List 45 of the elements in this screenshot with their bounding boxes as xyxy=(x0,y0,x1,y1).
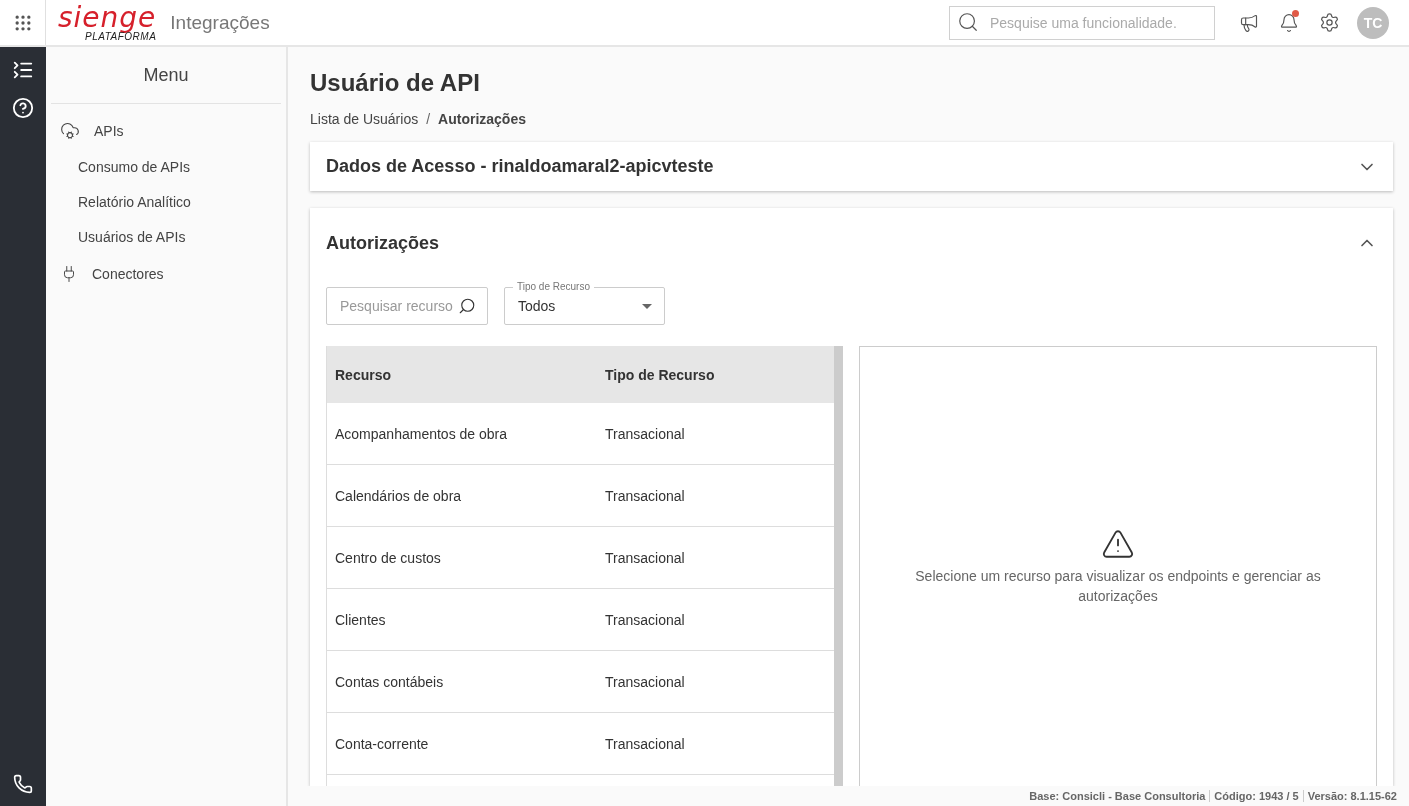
sidebar-subitem[interactable]: Relatório Analítico xyxy=(51,185,281,220)
logo: sienge PLATAFORMA xyxy=(58,3,157,42)
search-field[interactable]: Pesquise uma funcionalidade. xyxy=(949,5,1215,40)
app-title: Integrações xyxy=(170,11,270,34)
access-panel-header[interactable]: Dados de Acesso - rinaldoamaral2-apicvteste xyxy=(310,142,1393,191)
table-cell-text: Centro de custos xyxy=(334,549,442,566)
table-cell-text: Transacional xyxy=(604,735,686,752)
sidebar-subitem[interactable]: Consumo de APIs xyxy=(51,150,281,185)
breadcrumb-separator: / xyxy=(426,111,431,127)
search-icon xyxy=(957,10,979,33)
table-cell-text: Transacional xyxy=(604,425,686,442)
breadcrumb-current[interactable]: Autorizações xyxy=(438,111,526,127)
search-icon xyxy=(458,297,476,315)
empty-message: Selecione um recurso para visualizar os endpoints e gerenciar as autorizações xyxy=(914,566,1322,606)
table-cell-text: Contas contábeis xyxy=(334,673,445,690)
sidebar-title: Menu xyxy=(51,47,281,104)
sidebar-item[interactable]: APIs xyxy=(51,112,281,150)
resource-search-field[interactable]: Pesquisar recurso xyxy=(326,287,488,325)
table-cell-text: Acompanhamentos de obra xyxy=(334,425,508,442)
table-cell-text: Calendários de obra xyxy=(334,487,463,504)
status-text: Versão: 8.1.15-62 xyxy=(1302,790,1401,802)
column-header: Recurso xyxy=(334,366,393,383)
column-header: Tipo de Recurso xyxy=(604,366,716,383)
status-text: Base: Consicli - Base Consultoria xyxy=(1028,790,1207,802)
breadcrumb-link[interactable]: Lista de Usuários xyxy=(310,111,419,127)
sidebar-subitem[interactable]: Usuários de APIs xyxy=(51,220,281,255)
auth-panel-header[interactable]: Autorizações xyxy=(326,208,1377,270)
cloud-icon xyxy=(60,121,80,141)
page-title: Usuário de API xyxy=(310,69,481,97)
select-label: Tipo de Recurso xyxy=(513,280,594,294)
menu-collapse-icon[interactable] xyxy=(12,59,34,81)
table-cell-text: Clientes xyxy=(334,611,387,628)
help-icon[interactable] xyxy=(12,97,34,119)
bell-icon xyxy=(1279,12,1299,33)
table-cell-text: Transacional xyxy=(604,673,686,690)
scrollbar[interactable] xyxy=(834,346,843,786)
table-cell-text: Transacional xyxy=(604,611,686,628)
table-cell-text: Conta-corrente xyxy=(334,735,430,752)
table-cell-text: Transacional xyxy=(604,549,686,566)
megaphone-icon xyxy=(1239,12,1259,33)
phone-icon[interactable] xyxy=(13,774,33,794)
status-text: Código: 1943 / 5 xyxy=(1209,790,1303,802)
table-cell-text: Transacional xyxy=(604,487,686,504)
settings-icon xyxy=(1318,12,1340,33)
sidebar-item[interactable]: Conectores xyxy=(51,255,281,293)
